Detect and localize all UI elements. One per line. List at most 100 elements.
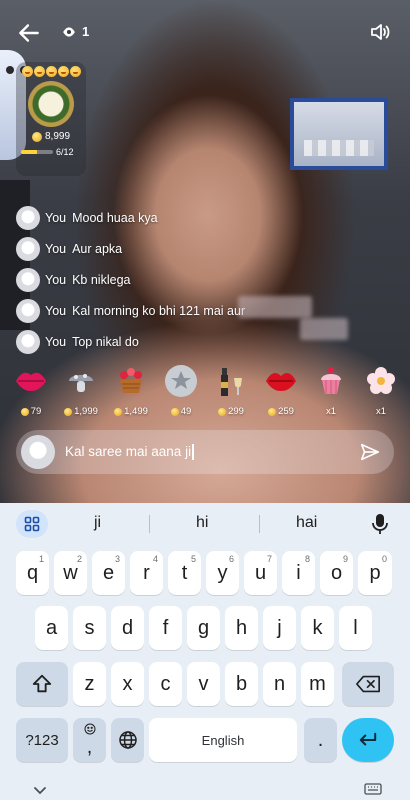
key-u[interactable]: u7 [244, 551, 277, 595]
chat-username: You [45, 241, 67, 256]
mushroom-icon [64, 364, 98, 398]
gift-item[interactable]: x1 [360, 364, 402, 417]
chat-message: You Kb niklega [16, 264, 316, 295]
key-h[interactable]: h [225, 606, 258, 650]
key-d[interactable]: d [111, 606, 144, 650]
chat-text: Kb niklega [72, 272, 131, 287]
key-b[interactable]: b [225, 662, 258, 706]
language-key[interactable] [111, 718, 144, 762]
gift-item[interactable]: x1 [310, 364, 352, 417]
key-y[interactable]: y6 [206, 551, 239, 595]
suggestion-item[interactable]: hai [296, 514, 317, 532]
chat-text: Mood huaa kya [72, 210, 158, 225]
shift-key[interactable] [16, 662, 68, 706]
suggestion-item[interactable]: ji [94, 514, 101, 532]
key-s[interactable]: s [73, 606, 106, 650]
chevron-down-icon[interactable] [33, 786, 47, 796]
space-key[interactable]: English [149, 718, 297, 762]
period-key[interactable]: . [304, 718, 337, 762]
gift-item[interactable]: 259 [260, 364, 302, 417]
key-p[interactable]: p0 [358, 551, 392, 595]
key-j[interactable]: j [263, 606, 296, 650]
level-progress: 6/12 [21, 147, 81, 157]
gift-item[interactable]: 79 [10, 364, 52, 417]
host-level-card[interactable]: 8,999 6/12 [16, 62, 86, 176]
speaker-icon [371, 24, 390, 40]
gift-price: 1,499 [124, 406, 148, 417]
cupcake-icon [314, 364, 348, 398]
key-g[interactable]: g [187, 606, 220, 650]
eye-icon [63, 26, 75, 37]
send-button[interactable] [356, 438, 384, 466]
key-m[interactable]: m [301, 662, 334, 706]
emoji-icon [84, 723, 95, 735]
gift-item[interactable]: 1,499 [110, 364, 152, 417]
key-k[interactable]: k [301, 606, 334, 650]
live-video-stage: 1 8,999 6/12 You Mood huaa kya You Aur a… [0, 0, 410, 503]
key-a[interactable]: a [35, 606, 68, 650]
key-z[interactable]: z [73, 662, 106, 706]
smiley-icon [21, 66, 33, 77]
gift-item[interactable]: 1,999 [60, 364, 102, 417]
send-icon [360, 443, 380, 461]
backspace-key[interactable] [342, 662, 394, 706]
avatar [16, 298, 40, 323]
level-progress-text: 6/12 [56, 147, 74, 157]
emoji-row [21, 66, 81, 77]
avatar [16, 267, 40, 292]
gift-item[interactable]: 49 [160, 364, 202, 417]
chat-username: You [45, 303, 67, 318]
divider [149, 515, 150, 533]
key-t[interactable]: t5 [168, 551, 201, 595]
backspace-icon [356, 675, 380, 693]
enter-key[interactable] [342, 718, 394, 762]
chat-feed: You Mood huaa kya You Aur apka You Kb ni… [16, 202, 316, 357]
key-i[interactable]: i8 [282, 551, 315, 595]
suggestion-item[interactable]: hi [196, 514, 208, 532]
coin-icon [64, 407, 73, 416]
volume-button[interactable] [368, 20, 394, 46]
avatar [21, 435, 55, 469]
avatar [16, 236, 40, 261]
viewer-count-value: 1 [82, 24, 90, 39]
level-progress-track [21, 150, 53, 154]
divider [259, 515, 260, 533]
coin-icon [170, 407, 179, 416]
blurred-overlay [238, 296, 312, 318]
microphone-icon [372, 514, 388, 534]
smiley-icon [57, 66, 69, 77]
comment-input[interactable]: Kal saree mai aana ji [65, 444, 356, 461]
gift-item[interactable]: 299 [210, 364, 252, 417]
keyboard-switch-icon[interactable] [364, 783, 382, 797]
key-e[interactable]: e3 [92, 551, 125, 595]
comment-bar: Kal saree mai aana ji [16, 430, 394, 474]
key-r[interactable]: r4 [130, 551, 163, 595]
key-c[interactable]: c [149, 662, 182, 706]
coin-icon [218, 407, 227, 416]
text-caret [192, 444, 194, 461]
key-x[interactable]: x [111, 662, 144, 706]
key-l[interactable]: l [339, 606, 372, 650]
chat-username: You [45, 210, 67, 225]
laurel-badge-icon [28, 81, 74, 127]
grid-icon [24, 516, 40, 532]
key-o[interactable]: o9 [320, 551, 353, 595]
key-f[interactable]: f [149, 606, 182, 650]
key-w[interactable]: w2 [54, 551, 87, 595]
key-q[interactable]: q1 [16, 551, 49, 595]
symbols-key[interactable]: ?123 [16, 718, 68, 762]
key-v[interactable]: v [187, 662, 220, 706]
shift-icon [32, 674, 52, 693]
background-wall-art [290, 98, 388, 170]
key-n[interactable]: n [263, 662, 296, 706]
emoji-comma-key[interactable]: , [73, 718, 106, 762]
globe-icon [118, 731, 137, 749]
keyboard-menu-button[interactable] [16, 510, 48, 538]
chat-username: You [45, 272, 67, 287]
top-bar: 1 [14, 18, 396, 48]
back-button[interactable] [16, 20, 42, 46]
voice-input-button[interactable] [366, 510, 394, 538]
smiley-icon [69, 66, 81, 77]
on-screen-keyboard: ji hi hai q1 w2 e3 r4 t5 y6 u7 i8 o9 p0 … [0, 503, 410, 800]
flower-icon [364, 364, 398, 398]
